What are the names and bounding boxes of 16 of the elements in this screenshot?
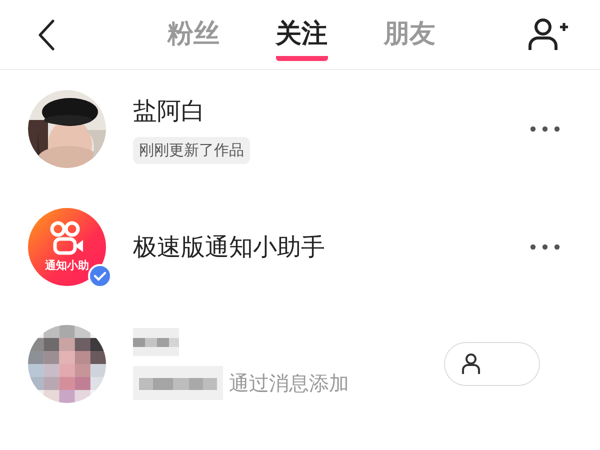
source-note: 通过消息添加 xyxy=(229,370,349,396)
tab[interactable]: 朋友 xyxy=(384,8,436,61)
add-user-icon[interactable] xyxy=(528,18,568,52)
more-icon[interactable] xyxy=(530,126,560,132)
user-name: 极速版通知小助手 xyxy=(133,232,325,263)
redacted-text xyxy=(133,328,179,356)
action-button[interactable] xyxy=(444,342,540,386)
more-icon[interactable] xyxy=(530,244,560,250)
camera-icon xyxy=(49,221,85,255)
update-tag: 刚刚更新了作品 xyxy=(133,136,250,164)
user-name: 盐阿白 xyxy=(133,96,205,126)
avatar-label: 通知小助 xyxy=(45,258,89,273)
back-icon[interactable] xyxy=(37,18,55,50)
tab[interactable]: 关注 xyxy=(276,8,328,61)
tab[interactable]: 粉丝 xyxy=(168,8,220,61)
user-icon xyxy=(461,353,481,375)
